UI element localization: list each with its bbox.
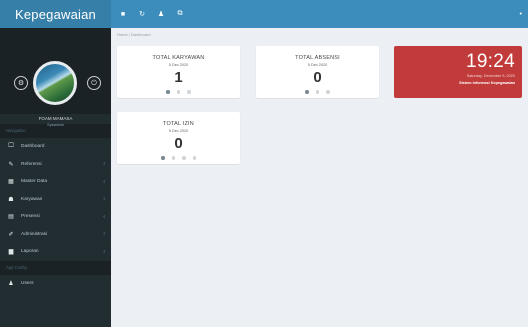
card-date: 5 Dec 2020 bbox=[168, 63, 189, 67]
card-title: TOTAL KARYAWAN bbox=[152, 55, 205, 61]
clock-app-name: Sistem Informasi Kepegawaian bbox=[459, 80, 515, 85]
card-value: 1 bbox=[174, 69, 183, 86]
sidebar-item-label: Dashboard bbox=[21, 144, 45, 150]
chevron-left-icon: ‹ bbox=[103, 231, 105, 238]
sidebar-item-label: Referensi bbox=[21, 161, 42, 167]
nav-menu: 🖵 Dashboard ✎ Referensi ‹ ▦ Master Data ‹ ☗ Karya… bbox=[0, 138, 111, 261]
sidebar-item-label: Karyawan bbox=[21, 196, 43, 202]
card-total-karyawan[interactable]: TOTAL KARYAWAN 5 Dec 2020 1 bbox=[117, 46, 240, 98]
sidebar-item-label: Presensi bbox=[21, 214, 40, 220]
sidebar-item-label: Users bbox=[21, 280, 34, 286]
clock-widget: 19:24 Saturday, December 5, 2020 Sistem … bbox=[394, 46, 522, 98]
list-icon: ▤ bbox=[8, 214, 14, 221]
control-sidebar-icon[interactable]: • bbox=[520, 11, 522, 18]
sidebar-item-dashboard[interactable]: 🖵 Dashboard bbox=[0, 138, 111, 156]
card-pagination bbox=[117, 156, 240, 160]
pagination-dot[interactable] bbox=[305, 90, 309, 94]
card-pagination bbox=[117, 90, 240, 94]
refresh-icon[interactable]: ↻ bbox=[138, 10, 146, 18]
user-icon[interactable]: ♟ bbox=[157, 10, 165, 18]
card-date: 5 Dec 2020 bbox=[307, 63, 328, 67]
menu-toggle-icon[interactable]: ■ bbox=[119, 11, 127, 18]
avatar bbox=[33, 61, 77, 105]
clock-date: Saturday, December 5, 2020 bbox=[466, 74, 515, 78]
power-icon[interactable]: ⏻ bbox=[87, 76, 101, 90]
card-date: 5 Dec 2020 bbox=[168, 129, 189, 133]
chevron-left-icon: ‹ bbox=[103, 196, 105, 203]
pagination-dot[interactable] bbox=[166, 90, 170, 94]
chevron-left-icon: ‹ bbox=[103, 178, 105, 185]
breadcrumb: Home / Dashboard bbox=[117, 32, 151, 37]
grid-icon: ▦ bbox=[8, 179, 14, 186]
monitor-icon: 🖵 bbox=[8, 143, 14, 150]
pagination-dot[interactable] bbox=[326, 90, 330, 94]
pagination-dot[interactable] bbox=[161, 156, 165, 160]
pagination-dot[interactable] bbox=[192, 156, 196, 160]
user-icon: ♟ bbox=[8, 280, 14, 287]
user-name: FOAM MAMASA bbox=[38, 116, 73, 121]
card-total-izin[interactable]: TOTAL IZIN 5 Dec 2020 0 bbox=[117, 112, 240, 164]
topbar: ■ ↻ ♟ ⧉ • bbox=[111, 0, 528, 28]
pagination-dot[interactable] bbox=[315, 90, 320, 94]
card-total-absensi[interactable]: TOTAL ABSENSI 5 Dec 2020 0 bbox=[256, 46, 379, 98]
app-brand[interactable]: Kepegawaian bbox=[0, 0, 111, 28]
pagination-dot[interactable] bbox=[171, 156, 175, 160]
user-role: Sysadmin bbox=[47, 123, 64, 127]
edit-icon: ✐ bbox=[8, 231, 14, 238]
wrench-icon: ✎ bbox=[8, 161, 14, 168]
sidebar-item-administrasi[interactable]: ✐ Administrasi ‹ bbox=[0, 226, 111, 244]
card-value: 0 bbox=[313, 69, 322, 86]
sidebar-item-presensi[interactable]: ▤ Presensi ‹ bbox=[0, 208, 111, 226]
user-panel: ⚙ ⏻ FOAM MAMASA Sysadmin bbox=[0, 28, 111, 127]
sidebar-item-label: Master Data bbox=[21, 179, 48, 185]
pagination-dot[interactable] bbox=[182, 156, 186, 160]
document-icon: ▆ bbox=[8, 249, 14, 256]
settings-icon[interactable]: ⚙ bbox=[14, 76, 28, 90]
pagination-dot[interactable] bbox=[176, 90, 181, 94]
chevron-left-icon: ‹ bbox=[103, 248, 105, 255]
sidebar-item-label: Laporan bbox=[21, 249, 39, 255]
sidebar-item-master-data[interactable]: ▦ Master Data ‹ bbox=[0, 173, 111, 191]
users-icon: ☗ bbox=[8, 196, 14, 203]
chevron-left-icon: ‹ bbox=[103, 213, 105, 220]
sidebar-item-label: Administrasi bbox=[21, 231, 48, 237]
sidebar-item-karyawan[interactable]: ☗ Karyawan ‹ bbox=[0, 191, 111, 209]
chevron-left-icon: ‹ bbox=[103, 161, 105, 168]
menu-header-app-config: App Config bbox=[0, 260, 111, 275]
card-title: TOTAL IZIN bbox=[163, 121, 194, 127]
clock-time: 19:24 bbox=[465, 51, 515, 72]
card-value: 0 bbox=[174, 135, 183, 152]
sidebar-item-users[interactable]: ♟ Users bbox=[0, 275, 111, 293]
card-pagination bbox=[256, 90, 379, 94]
sidebar-item-referensi[interactable]: ✎ Referensi ‹ bbox=[0, 156, 111, 174]
pagination-dot[interactable] bbox=[187, 90, 191, 94]
config-menu: ♟ Users bbox=[0, 275, 111, 293]
sidebar-item-laporan[interactable]: ▆ Laporan ‹ bbox=[0, 243, 111, 261]
card-title: TOTAL ABSENSI bbox=[295, 55, 340, 61]
external-link-icon[interactable]: ⧉ bbox=[176, 10, 184, 18]
sidebar: Kepegawaian ⚙ ⏻ FOAM MAMASA Sysadmin Nav… bbox=[0, 0, 111, 327]
